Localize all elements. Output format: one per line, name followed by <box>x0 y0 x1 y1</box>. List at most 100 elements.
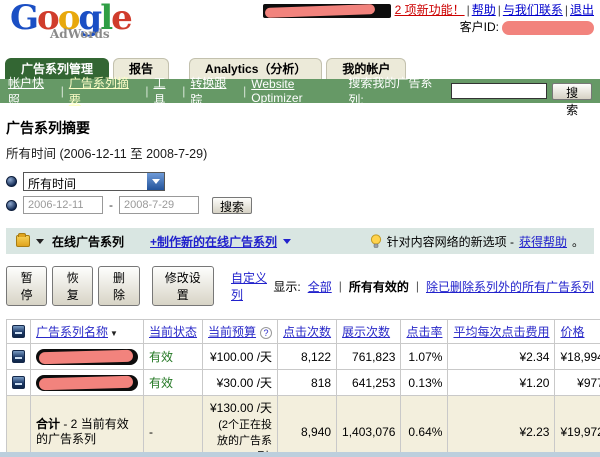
avg-cpc-cell: ¥2.34 <box>448 344 555 370</box>
filter-separator: | <box>339 279 342 293</box>
custom-date-radio[interactable] <box>6 200 17 211</box>
campaign-name-cell[interactable] <box>31 344 144 370</box>
content-network-tip: 针对内容网络的新选项 - 获得帮助 。 <box>370 233 584 250</box>
redacted-user-email <box>263 4 391 18</box>
sort-by-avg-cpc-link[interactable]: 平均每次点击费用 <box>453 325 549 339</box>
pause-button[interactable]: 暂停 <box>6 266 47 306</box>
impressions-cell: 1,403,076 <box>337 396 401 457</box>
budget-cell: ¥130.00 /天 (2个正在投放的广告系列) <box>203 396 278 457</box>
delete-button[interactable]: 删除 <box>98 266 139 306</box>
header: Google AdWords 2 项新功能！|帮助|与我们联系|退出 客户ID: <box>0 0 600 57</box>
online-campaigns-title: 在线广告系列 <box>52 233 124 250</box>
chevron-down-icon <box>152 179 160 184</box>
get-help-link[interactable]: 获得帮助 <box>519 233 567 250</box>
page-title: 广告系列摘要 <box>6 118 594 138</box>
subnav-tools[interactable]: 工具 <box>153 74 177 108</box>
header-clicks: 点击次数 <box>278 320 337 344</box>
ctr-cell: 0.64% <box>401 396 448 457</box>
sort-by-ctr-link[interactable]: 点击率 <box>406 325 442 339</box>
help-link[interactable]: 帮助 <box>472 3 496 17</box>
sort-by-clicks-link[interactable]: 点击次数 <box>283 325 331 339</box>
cost-cell: ¥19,972.34 <box>555 396 600 457</box>
subnav-campaign-summary[interactable]: 广告系列摘要 <box>69 74 141 108</box>
redaction-scribble <box>264 4 374 18</box>
cost-cell: ¥977.78 <box>555 370 600 396</box>
campaign-search-input[interactable] <box>451 83 547 99</box>
header-budget: 当前预算? <box>203 320 278 344</box>
budget-help-icon[interactable]: ? <box>260 327 272 339</box>
ctr-cell: 1.07% <box>401 344 448 370</box>
create-campaign-link[interactable]: +制作新的在线广告系列 <box>150 233 277 250</box>
status-cell: 有效 <box>144 370 203 396</box>
subnav-account-snapshot[interactable]: 帐户快照 <box>8 74 56 108</box>
subnav-separator: | <box>145 84 148 98</box>
date-to-input[interactable] <box>119 196 199 214</box>
customer-id-label: 客户ID: <box>460 20 499 34</box>
row-checkbox[interactable] <box>12 350 25 363</box>
campaign-row: 有效 ¥30.00 /天 818 641,253 0.13% ¥1.20 ¥97… <box>7 370 600 396</box>
date-preset-select[interactable]: 所有时间 <box>23 172 165 191</box>
header-avg-cpc: 平均每次点击费用 <box>448 320 555 344</box>
new-features-link[interactable]: 2 项新功能！ <box>395 3 465 17</box>
sign-out-link[interactable]: 退出 <box>570 3 594 17</box>
sort-by-name-link[interactable]: 广告系列名称 <box>36 325 108 339</box>
subnav-separator: | <box>243 84 246 98</box>
contact-us-link[interactable]: 与我们联系 <box>503 3 563 17</box>
edit-settings-button[interactable]: 修改设置 <box>152 266 214 306</box>
logo-letter: G <box>10 0 37 38</box>
impressions-cell: 761,823 <box>337 344 401 370</box>
create-campaign-chevron-icon[interactable] <box>283 239 291 244</box>
filter-all-link[interactable]: 全部 <box>308 278 332 295</box>
link-separator: | <box>565 3 568 17</box>
subnav-website-optimizer[interactable]: Website Optimizer <box>251 77 348 105</box>
totals-active-row: 合计 - 2 当前有效的广告系列 - ¥130.00 /天 (2个正在投放的广告… <box>7 396 600 457</box>
filter-not-deleted-link[interactable]: 除已删除系列外的所有广告系列 <box>426 278 594 295</box>
custom-date-row: - 搜索 <box>6 195 594 215</box>
impressions-cell: 641,253 <box>337 370 401 396</box>
redacted-customer-id <box>502 21 594 35</box>
ctr-cell: 0.13% <box>401 370 448 396</box>
subnav-bar: 帐户快照| 广告系列摘要| 工具| 转换跟踪| Website Optimize… <box>0 79 600 103</box>
date-dash: - <box>109 198 113 212</box>
campaign-name-cell[interactable] <box>31 370 144 396</box>
filter-separator: | <box>416 279 419 293</box>
date-search-button[interactable]: 搜索 <box>212 197 252 214</box>
tip-text: 针对内容网络的新选项 - <box>387 233 514 250</box>
subnav-conversion-tracking[interactable]: 转换跟踪 <box>190 74 238 108</box>
row-checkbox-cell <box>7 370 31 396</box>
sort-by-impressions-link[interactable]: 展示次数 <box>342 325 390 339</box>
campaign-toolbar: 暂停 恢复 删除 修改设置 自定义列 显示: 全部 | 所有有效的 | 除已删除… <box>6 266 594 306</box>
sort-by-status-link[interactable]: 当前状态 <box>149 325 197 339</box>
header-ctr: 点击率 <box>401 320 448 344</box>
clicks-cell: 818 <box>278 370 337 396</box>
resume-button[interactable]: 恢复 <box>52 266 93 306</box>
budget-cell: ¥30.00 /天 <box>203 370 278 396</box>
redaction-scribble <box>39 349 133 363</box>
header-campaign-name: 广告系列名称▼ <box>31 320 144 344</box>
google-adwords-logo: Google AdWords <box>10 0 131 41</box>
preset-date-radio[interactable] <box>6 176 17 187</box>
collapse-chevron-icon[interactable] <box>36 239 44 244</box>
row-checkbox[interactable] <box>12 376 25 389</box>
show-filter-group: 显示: 全部 | 所有有效的 | 除已删除系列外的所有广告系列 <box>273 278 594 295</box>
campaign-search: 搜索我的广告系列: 搜索 <box>348 74 592 108</box>
customize-columns-link[interactable]: 自定义列 <box>231 269 273 303</box>
campaign-search-label: 搜索我的广告系列: <box>348 74 446 108</box>
adwords-page: Google AdWords 2 项新功能！|帮助|与我们联系|退出 客户ID:… <box>0 0 600 457</box>
link-separator: | <box>498 3 501 17</box>
sort-by-cost-link[interactable]: 价格 <box>560 325 584 339</box>
redacted-campaign-name <box>36 349 138 365</box>
select-all-checkbox[interactable] <box>12 325 25 338</box>
cost-cell: ¥18,994.56 <box>555 344 600 370</box>
select-dropdown-button[interactable] <box>147 173 164 190</box>
subnav-separator: | <box>182 84 185 98</box>
logo-letter: e <box>111 0 131 38</box>
filter-active-current: 所有有效的 <box>349 278 409 295</box>
redacted-campaign-name <box>36 375 138 391</box>
date-filter: 所有时间 - 搜索 <box>6 171 594 215</box>
select-all-cell <box>7 320 31 344</box>
sort-by-budget-link[interactable]: 当前预算 <box>208 325 256 339</box>
campaign-search-button[interactable]: 搜索 <box>552 83 592 100</box>
main-content: 广告系列摘要 所有时间 (2006-12-11 至 2008-7-29) 所有时… <box>0 118 600 457</box>
date-from-input[interactable] <box>23 196 103 214</box>
